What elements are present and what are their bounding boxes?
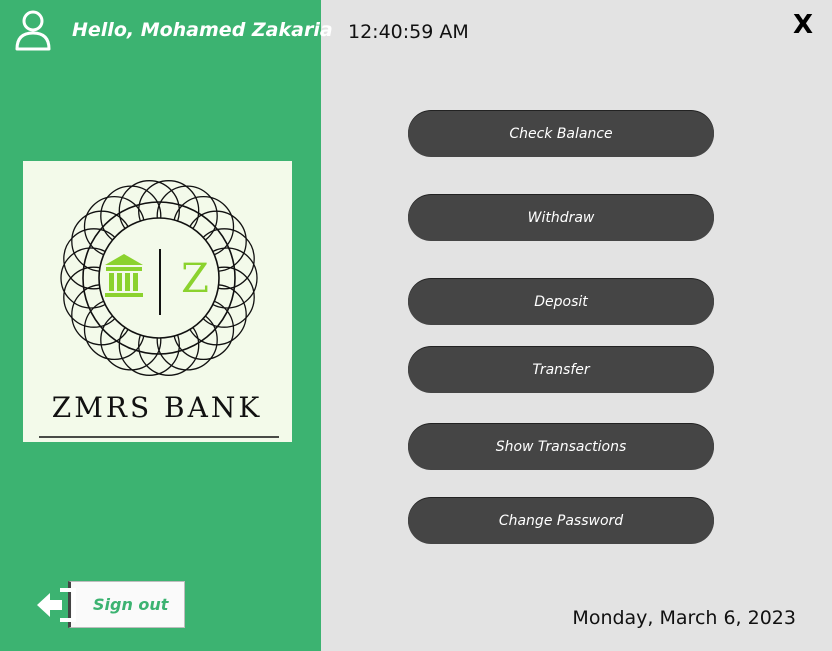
- signout-label: Sign out: [93, 595, 169, 614]
- logo-bank-name: ZMRS BANK: [52, 391, 263, 424]
- deposit-button[interactable]: Deposit: [408, 279, 714, 325]
- sidebar: Hello, Mohamed Zakaria Z ZMRS BANK Sign …: [0, 0, 333, 651]
- signout-button[interactable]: Sign out: [68, 581, 185, 628]
- logo-monogram: Z: [181, 256, 209, 302]
- user-greeting: Hello, Mohamed Zakaria: [72, 19, 333, 41]
- bank-logo: Z ZMRS BANK: [23, 161, 292, 442]
- change-password-button[interactable]: Change Password: [408, 498, 714, 544]
- signout-control: Sign out: [32, 581, 187, 630]
- transfer-button[interactable]: Transfer: [408, 347, 714, 393]
- current-date: Monday, March 6, 2023: [572, 607, 796, 629]
- show-transactions-button[interactable]: Show Transactions: [408, 424, 714, 470]
- signout-arrow-icon: [37, 588, 76, 622]
- user-icon: [15, 10, 51, 51]
- clock: 12:40:59 AM: [348, 21, 469, 43]
- withdraw-button[interactable]: Withdraw: [408, 195, 714, 241]
- check-balance-button[interactable]: Check Balance: [408, 111, 714, 157]
- close-button[interactable]: X: [793, 10, 813, 40]
